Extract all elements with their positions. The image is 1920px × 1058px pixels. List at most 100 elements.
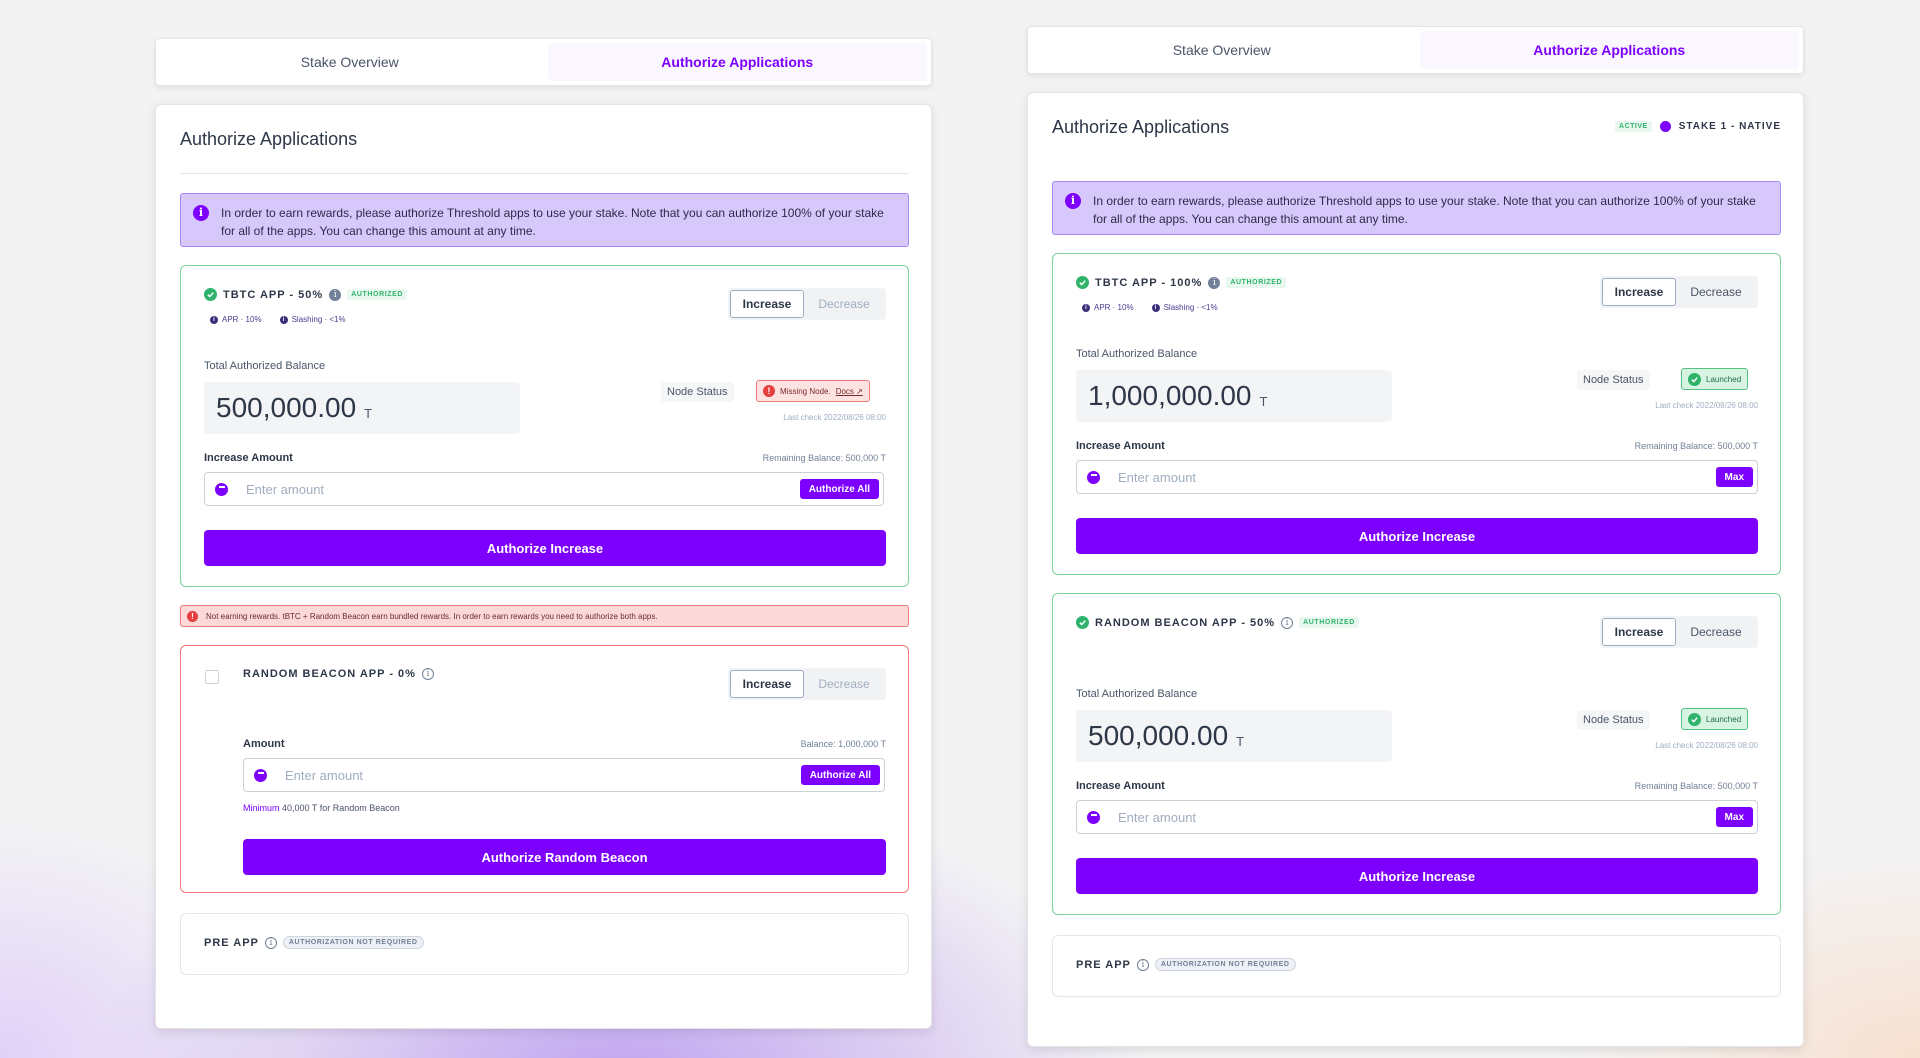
check-circle-icon — [1688, 712, 1701, 726]
tab-stake-overview[interactable]: Stake Overview — [160, 43, 540, 81]
authorize-increase-button[interactable]: Authorize Increase — [1076, 518, 1758, 554]
increase-amount-input[interactable]: Enter amount Authorize All — [204, 472, 884, 506]
title-divider — [180, 173, 909, 174]
beacon-select-checkbox[interactable] — [205, 670, 219, 684]
slashing-text: Slashing · <1% — [1163, 303, 1218, 312]
info-icon[interactable]: i — [264, 936, 277, 949]
threshold-token-icon — [254, 768, 267, 782]
increase-button[interactable]: Increase — [1602, 618, 1676, 646]
last-check: Last check 2022/08/26 08:00 — [1655, 401, 1758, 410]
balance-value: 500,000.00 — [216, 392, 357, 423]
random-beacon-app-card: RANDOM BEACON APP - 0% i Increase Decrea… — [180, 645, 909, 893]
max-button[interactable]: Max — [1715, 807, 1753, 827]
increase-amount-label: Increase Amount — [1076, 440, 1165, 452]
apr-pill: i APR · 10% — [210, 315, 262, 324]
threshold-token-icon — [215, 482, 228, 496]
last-check: Last check 2022/08/26 08:00 — [783, 413, 886, 422]
increase-button[interactable]: Increase — [730, 670, 804, 698]
apr-pill: i APR · 10% — [1082, 303, 1134, 312]
app-name: TBTC APP - 100% — [1095, 276, 1203, 289]
stake-status-badge: ACTIVE — [1615, 121, 1652, 132]
beacon-amount-input[interactable]: Enter amount Authorize All — [243, 758, 885, 792]
beacon-app-header: RANDOM BEACON APP - 0% i — [243, 668, 434, 680]
increase-decrease-toggle: Increase Decrease — [728, 668, 886, 700]
error-alert-text: Not earning rewards. tBTC + Random Beaco… — [206, 611, 658, 621]
node-status-launched: Launched — [1681, 368, 1749, 390]
node-status-label: Node Status — [1577, 370, 1650, 390]
remaining-balance: Remaining Balance: 500,000 T — [762, 453, 886, 463]
info-alert: i In order to earn rewards, please autho… — [1052, 181, 1781, 235]
info-alert-text: In order to earn rewards, please authori… — [1093, 194, 1756, 226]
not-required-badge: AUTHORIZATION NOT REQUIRED — [282, 936, 424, 949]
increase-button[interactable]: Increase — [730, 290, 804, 318]
pre-app-header: PRE APP i AUTHORIZATION NOT REQUIRED — [1076, 958, 1296, 971]
check-circle-icon — [1076, 616, 1089, 629]
threshold-token-icon — [1087, 470, 1100, 484]
right-tabbar: Stake Overview Authorize Applications — [1027, 26, 1804, 74]
increase-decrease-toggle: Increase Decrease — [728, 288, 886, 320]
info-icon[interactable]: i — [1281, 616, 1294, 629]
info-icon[interactable]: i — [1136, 958, 1149, 971]
info-icon[interactable]: i — [1208, 276, 1221, 289]
check-circle-icon — [1076, 276, 1089, 289]
increase-button[interactable]: Increase — [1602, 278, 1676, 306]
authorize-increase-button[interactable]: Authorize Increase — [1076, 858, 1758, 894]
pre-app-card: PRE APP i AUTHORIZATION NOT REQUIRED — [180, 913, 909, 975]
left-tabbar: Stake Overview Authorize Applications — [155, 38, 932, 86]
app-name: PRE APP — [1076, 958, 1131, 971]
node-status-launched: Launched — [1681, 708, 1749, 730]
stake-name: STAKE 1 - NATIVE — [1678, 121, 1781, 132]
authorized-badge: AUTHORIZED — [1226, 277, 1287, 288]
apr-text: APR · 10% — [222, 315, 262, 324]
info-icon[interactable]: i — [329, 288, 342, 301]
page-title: Authorize Applications — [1052, 117, 1230, 137]
increase-amount-input[interactable]: Enter amount Max — [1076, 460, 1758, 494]
tbtc-app-card: TBTC APP - 50% i AUTHORIZED i APR · 10% i… — [180, 265, 909, 587]
threshold-token-icon — [1087, 810, 1100, 824]
pre-app-header: PRE APP i AUTHORIZATION NOT REQUIRED — [204, 936, 424, 949]
node-status-text: Missing Node. — [780, 386, 831, 396]
authorized-badge: AUTHORIZED — [347, 289, 408, 300]
amount-placeholder: Enter amount — [1118, 809, 1197, 825]
tbtc-app-header: TBTC APP - 50% i AUTHORIZED — [204, 288, 408, 301]
slashing-text: Slashing · <1% — [291, 315, 346, 324]
tab-authorize-applications[interactable]: Authorize Applications — [547, 43, 927, 81]
info-icon: i — [279, 315, 288, 324]
max-button[interactable]: Max — [1715, 467, 1753, 487]
balance-unit: T — [1236, 733, 1245, 749]
total-authorized-label: Total Authorized Balance — [204, 360, 326, 372]
authorize-all-button[interactable]: Authorize All — [800, 765, 880, 785]
amount-placeholder: Enter amount — [285, 767, 364, 783]
balance-unit: T — [1259, 393, 1268, 409]
docs-link[interactable]: Docs ↗ — [836, 387, 863, 396]
info-icon[interactable]: i — [421, 668, 434, 680]
slashing-pill: i Slashing · <1% — [279, 315, 346, 324]
tab-stake-overview[interactable]: Stake Overview — [1032, 31, 1412, 69]
check-circle-icon — [204, 288, 217, 301]
decrease-button[interactable]: Decrease — [1676, 278, 1756, 306]
balance-value: 500,000.00 — [1088, 720, 1229, 751]
minimum-hint-text: 40,000 T for Random Beacon — [279, 803, 400, 813]
tab-authorize-applications[interactable]: Authorize Applications — [1419, 31, 1799, 69]
info-icon: i — [1151, 303, 1160, 312]
balance-unit: T — [364, 405, 373, 421]
tbtc-app-card: TBTC APP - 100% i AUTHORIZED i APR · 10% … — [1052, 253, 1781, 575]
amount-placeholder: Enter amount — [246, 481, 325, 497]
authorize-all-button[interactable]: Authorize All — [799, 479, 879, 499]
node-status-label: Node Status — [1577, 710, 1650, 730]
increase-amount-input[interactable]: Enter amount Max — [1076, 800, 1758, 834]
node-status-label: Node Status — [661, 382, 734, 402]
node-status-missing: ! Missing Node. Docs ↗ — [756, 380, 870, 402]
decrease-button[interactable]: Decrease — [804, 290, 884, 318]
remaining-balance: Remaining Balance: 500,000 T — [1634, 441, 1758, 451]
app-name: PRE APP — [204, 936, 259, 949]
random-beacon-app-card: RANDOM BEACON APP - 50% i AUTHORIZED Inc… — [1052, 593, 1781, 915]
node-status-text: Launched — [1706, 374, 1742, 384]
authorized-badge: AUTHORIZED — [1299, 617, 1359, 628]
increase-decrease-toggle: Increase Decrease — [1600, 276, 1758, 308]
balance-box: 500,000.00 T — [204, 382, 520, 434]
authorize-random-beacon-button[interactable]: Authorize Random Beacon — [243, 839, 886, 875]
decrease-button[interactable]: Decrease — [1676, 618, 1756, 646]
decrease-button[interactable]: Decrease — [804, 670, 884, 698]
authorize-increase-button[interactable]: Authorize Increase — [204, 530, 886, 566]
